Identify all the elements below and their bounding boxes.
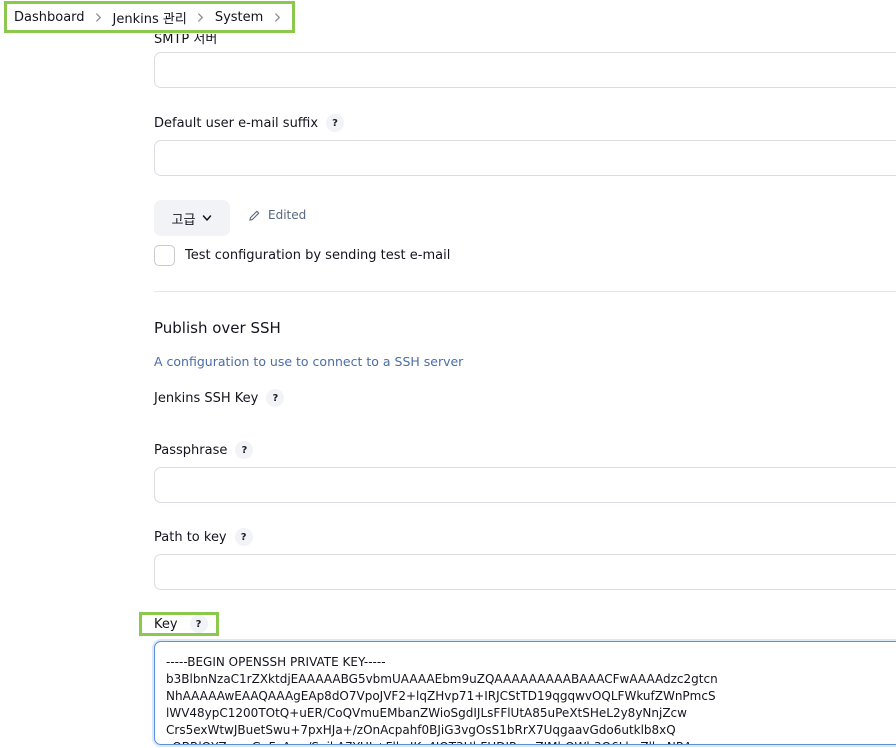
key-textarea[interactable]: -----BEGIN OPENSSH PRIVATE KEY----- b3Bl…	[154, 641, 896, 745]
ssh-section-description: A configuration to use to connect to a S…	[154, 354, 464, 369]
ssh-section-title: Publish over SSH	[154, 319, 281, 337]
jenkins-system-config-page: Dashboard Jenkins 관리 System SMTP 서버 Defa…	[0, 0, 896, 748]
passphrase-label: Passphrase ?	[154, 441, 254, 459]
email-suffix-input[interactable]	[154, 140, 896, 176]
section-divider	[154, 291, 896, 292]
test-config-row: Test configuration by sending test e-mai…	[154, 245, 450, 266]
email-suffix-label: Default user e-mail suffix ?	[154, 114, 345, 132]
help-icon[interactable]: ?	[189, 615, 208, 633]
test-config-checkbox[interactable]	[154, 245, 175, 266]
pencil-icon	[249, 210, 260, 221]
test-config-label[interactable]: Test configuration by sending test e-mai…	[185, 248, 450, 263]
path-to-key-input[interactable]	[154, 554, 896, 590]
help-icon[interactable]: ?	[234, 528, 253, 546]
breadcrumb-bar: Dashboard Jenkins 관리 System	[0, 0, 896, 34]
breadcrumb: Dashboard Jenkins 관리 System	[4, 1, 295, 33]
key-label: Key ?	[139, 612, 219, 636]
advanced-button[interactable]: 고급	[154, 200, 230, 236]
breadcrumb-jenkins-manage[interactable]: Jenkins 관리	[113, 8, 187, 27]
breadcrumb-dashboard[interactable]: Dashboard	[14, 10, 85, 25]
breadcrumb-system[interactable]: System	[215, 10, 263, 25]
path-to-key-label: Path to key ?	[154, 528, 253, 546]
passphrase-input[interactable]	[154, 467, 896, 503]
chevron-down-icon	[203, 215, 212, 221]
help-icon[interactable]: ?	[266, 389, 285, 407]
help-icon[interactable]: ?	[235, 441, 254, 459]
smtp-server-input[interactable]	[154, 52, 896, 88]
jenkins-ssh-key-label: Jenkins SSH Key ?	[154, 389, 285, 407]
edited-indicator: Edited	[248, 208, 306, 222]
help-icon[interactable]: ?	[326, 114, 345, 132]
chevron-right-icon	[187, 12, 215, 22]
chevron-right-icon[interactable]	[263, 12, 291, 22]
chevron-right-icon	[85, 12, 113, 22]
